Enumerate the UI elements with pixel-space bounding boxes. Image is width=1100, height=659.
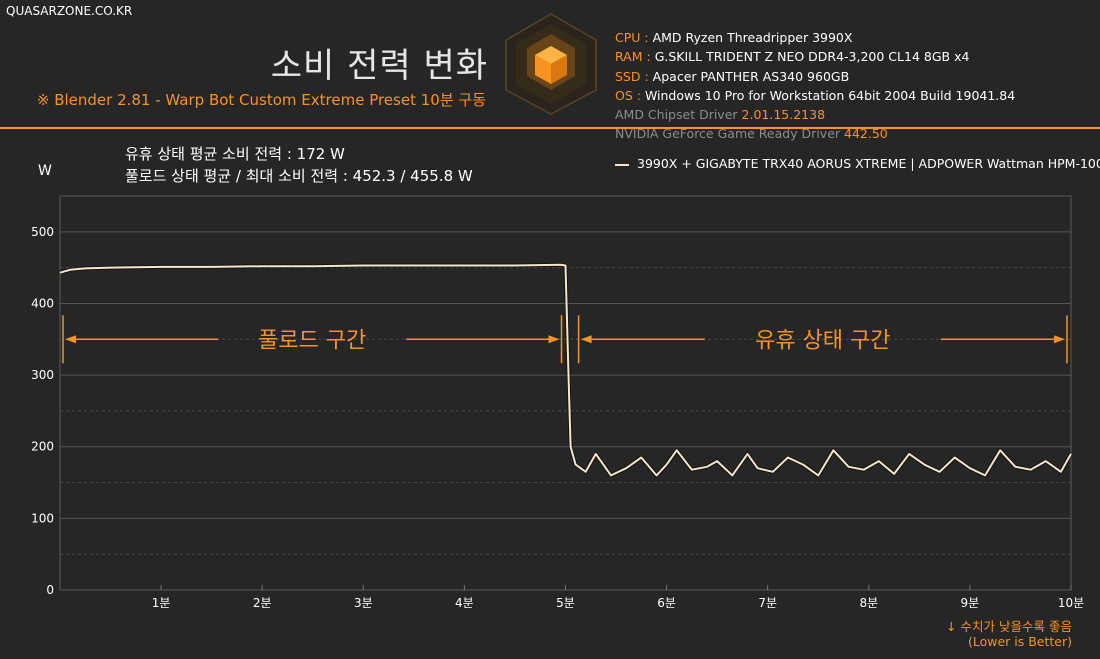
range-annotation: 풀로드 구간	[62, 315, 563, 364]
y-tick-label: 500	[31, 225, 54, 239]
x-tick-label: 7분	[758, 596, 777, 610]
range-label: 유휴 상태 구간	[755, 328, 890, 353]
x-tick-label: 2분	[253, 596, 272, 610]
y-tick-label: 400	[31, 296, 54, 310]
x-tick-label: 1분	[152, 596, 171, 610]
y-tick-label: 0	[46, 583, 54, 597]
range-annotation: 유휴 상태 구간	[577, 315, 1068, 364]
plot-frame	[59, 195, 1072, 591]
footnote-line-2: (Lower is Better)	[967, 634, 1072, 649]
x-tick-label: 3분	[354, 596, 373, 610]
power-chart: 0 100 200 300 400 500 1분 2분 3분 4분 5분 6분 7분 8분 9분 10분 풀로드…	[31, 195, 1084, 610]
left-arrowhead-icon	[580, 335, 592, 344]
left-arrowhead-icon	[65, 335, 76, 344]
footnote: ↓ 수치가 낮을수록 좋음 (Lower is Better)	[946, 619, 1072, 649]
x-tick-label: 8분	[859, 596, 878, 610]
x-tick-label: 5분	[556, 596, 575, 610]
y-tick-label: 300	[31, 368, 54, 382]
x-tick-label: 9분	[961, 596, 980, 610]
x-tick-label: 6분	[657, 596, 676, 610]
footnote-line-1: ↓ 수치가 낮을수록 좋음	[946, 619, 1072, 634]
y-tick-label: 200	[31, 440, 54, 454]
y-tick-label: 100	[31, 511, 54, 525]
right-arrowhead-icon	[1054, 335, 1065, 344]
x-tick-label: 4분	[455, 596, 474, 610]
range-label: 풀로드 구간	[258, 328, 366, 353]
right-arrowhead-icon	[548, 335, 560, 344]
x-tick-label: 10분	[1058, 596, 1084, 610]
series-line	[59, 263, 1072, 477]
